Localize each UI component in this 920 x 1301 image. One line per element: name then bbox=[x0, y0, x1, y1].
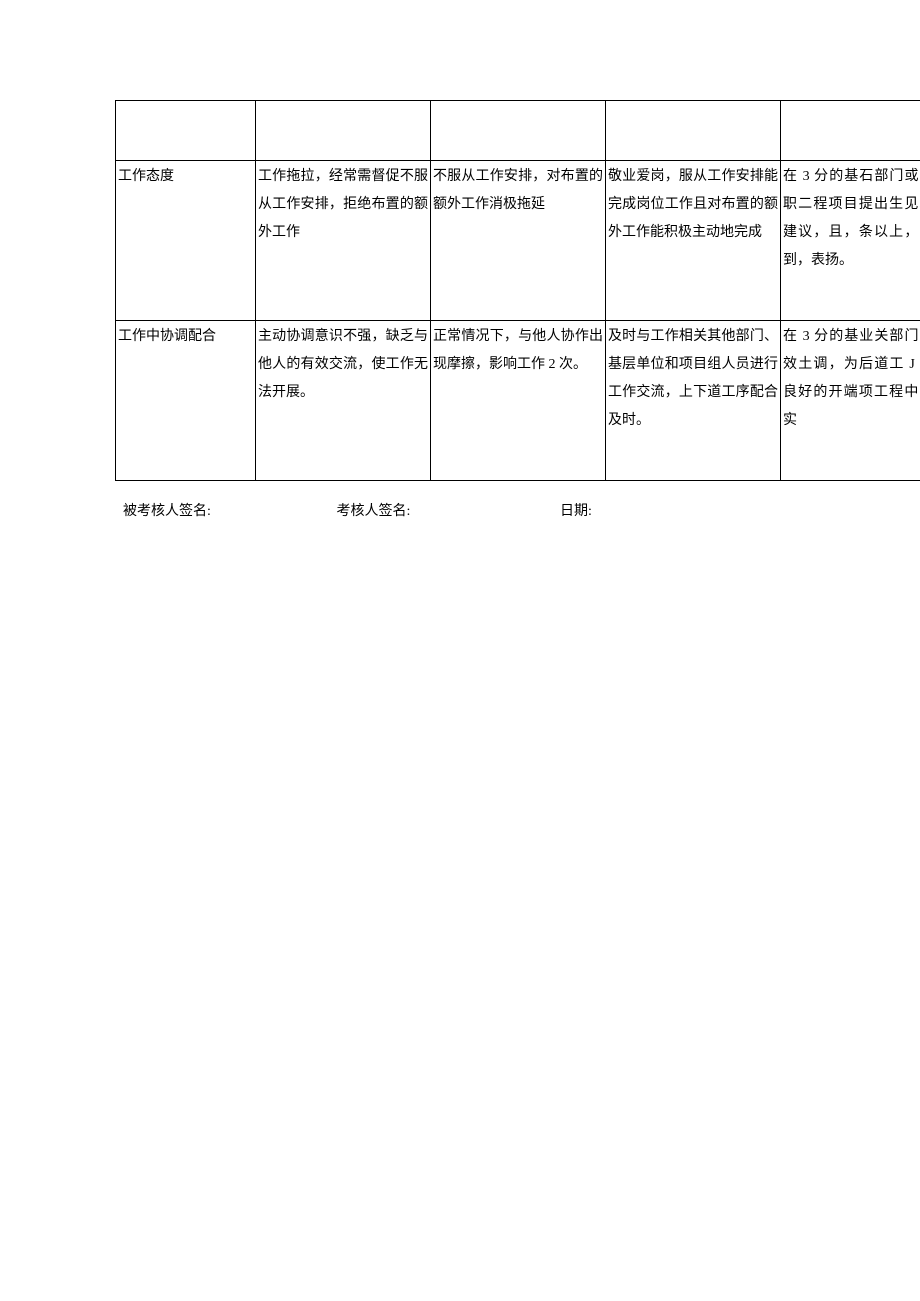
assessor-signature-label: 考核人签名: bbox=[337, 499, 557, 524]
evaluation-table: 工作态度 工作拖拉，经常需督促不服从工作安排，拒绝布置的额外工作 不服从工作安排… bbox=[115, 100, 920, 481]
cell: 主动协调意识不强，缺乏与他人的有效交流，使工作无法开展。 bbox=[256, 321, 431, 481]
signature-line: 被考核人签名: 考核人签名: 日期: bbox=[115, 499, 920, 524]
header-cell bbox=[431, 101, 606, 161]
date-label: 日期: bbox=[560, 499, 680, 524]
table-row: 工作态度 工作拖拉，经常需督促不服从工作安排，拒绝布置的额外工作 不服从工作安排… bbox=[116, 161, 920, 321]
row-label: 工作中协调配合 bbox=[116, 321, 256, 481]
cell: 在 3 分的基石部门或本职二程项目提出生见和建议，且，条以上，受到，表扬。 bbox=[781, 161, 920, 321]
table-row: 工作中协调配合 主动协调意识不强，缺乏与他人的有效交流，使工作无法开展。 正常情… bbox=[116, 321, 920, 481]
cell: 及时与工作相关其他部门、基层单位和项目组人员进行工作交流，上下道工序配合及时。 bbox=[606, 321, 781, 481]
cell: 工作拖拉，经常需督促不服从工作安排，拒绝布置的额外工作 bbox=[256, 161, 431, 321]
cell: 正常情况下，与他人协作出现摩擦，影响工作 2 次。 bbox=[431, 321, 606, 481]
row-label: 工作态度 bbox=[116, 161, 256, 321]
header-cell bbox=[116, 101, 256, 161]
cell: 不服从工作安排，对布置的额外工作消极拖延 bbox=[431, 161, 606, 321]
header-cell bbox=[606, 101, 781, 161]
cell: 在 3 分的基业关部门有效土调，为后道工 J 个良好的开端项工程中的实 bbox=[781, 321, 920, 481]
table-header-row bbox=[116, 101, 920, 161]
header-cell bbox=[256, 101, 431, 161]
cell: 敬业爱岗，服从工作安排能完成岗位工作且对布置的额外工作能积极主动地完成 bbox=[606, 161, 781, 321]
assessee-signature-label: 被考核人签名: bbox=[123, 499, 333, 524]
header-cell bbox=[781, 101, 920, 161]
